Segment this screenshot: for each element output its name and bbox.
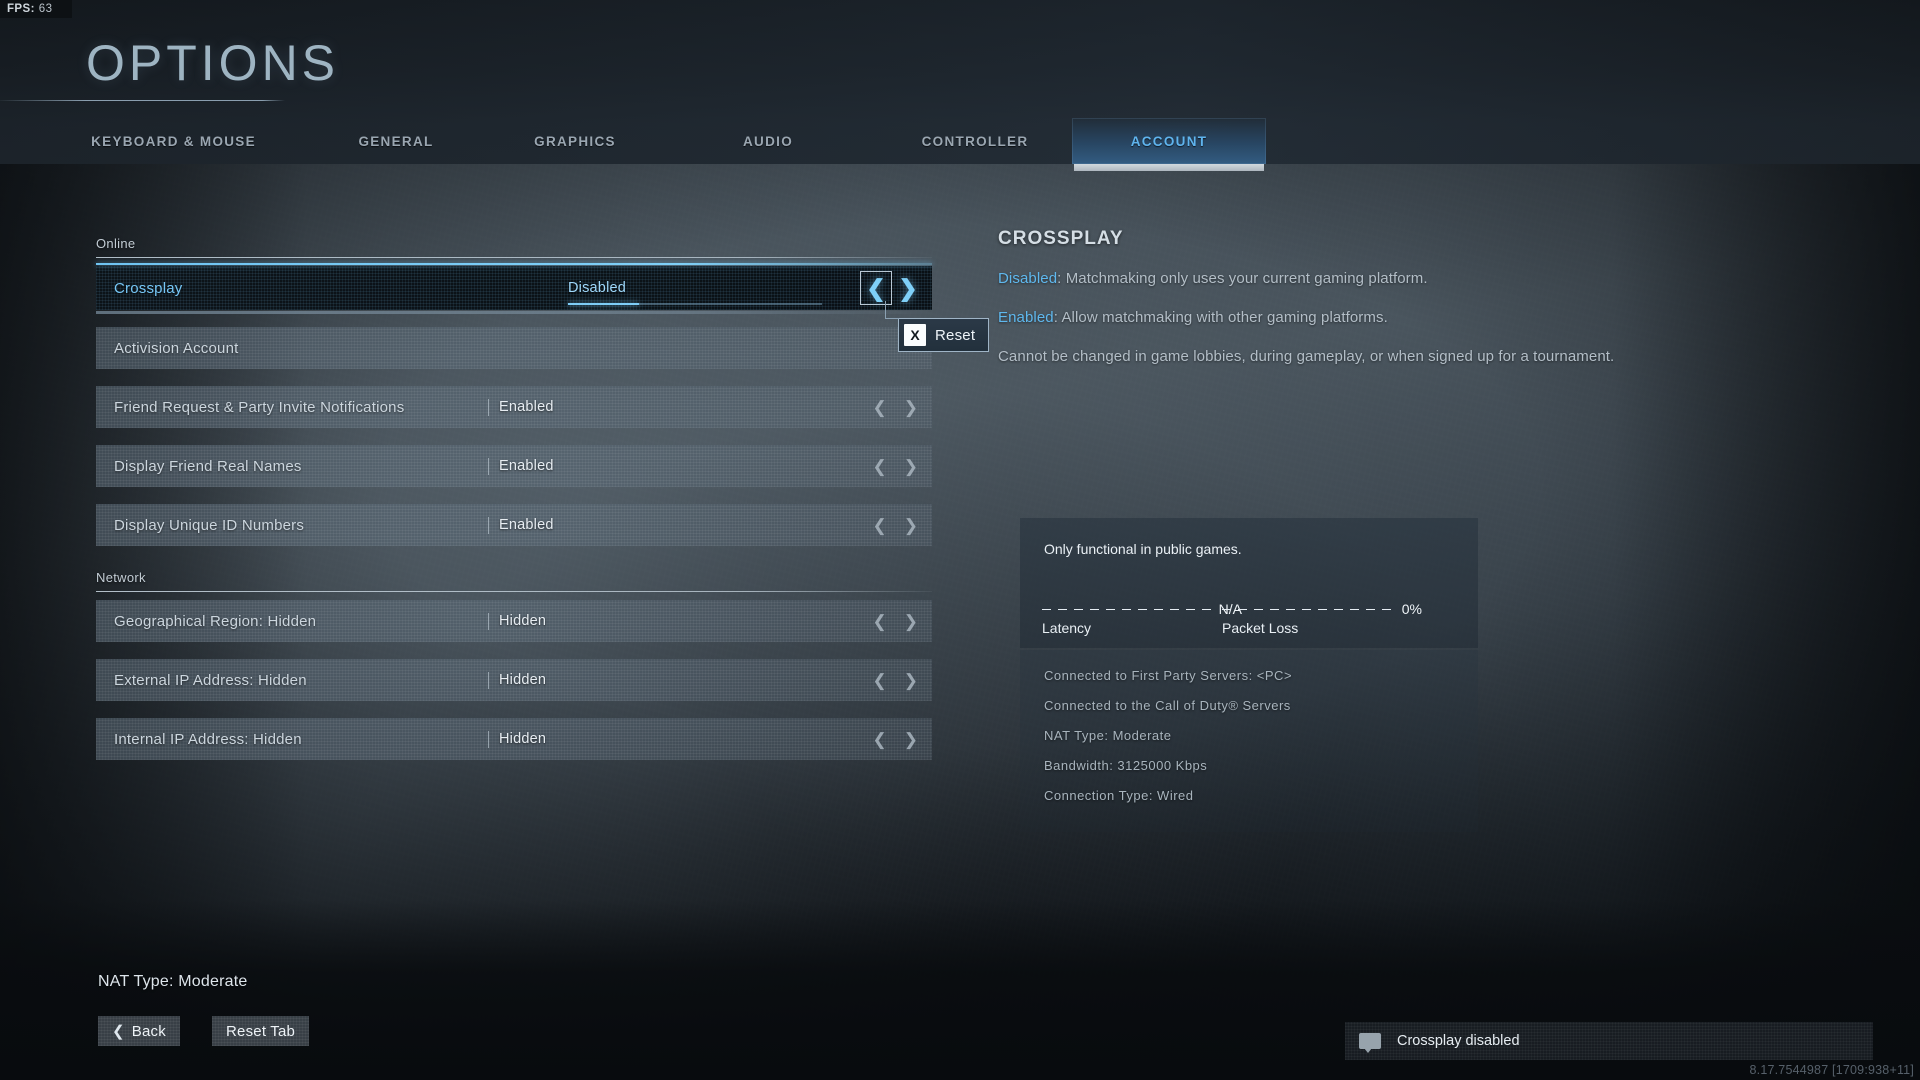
arrow-left-icon[interactable]: ❮ [873, 399, 887, 416]
info-line-text: : Matchmaking only uses your current gam… [1057, 270, 1428, 287]
nat-type-footer: NAT Type: Moderate [98, 973, 248, 990]
info-line-highlight: Disabled [998, 270, 1058, 287]
toast-message: Crossplay disabled [1397, 1033, 1520, 1049]
reset-hint-connector [885, 301, 899, 319]
setting-label: Friend Request & Party Invite Notificati… [114, 398, 405, 416]
setting-value: Enabled [488, 457, 554, 475]
setting-value: Hidden [488, 671, 546, 689]
setting-row[interactable]: Activision Account [96, 327, 932, 369]
fps-counter: FPS: 63 [0, 0, 72, 18]
latency-meter: N/A Latency [1042, 601, 1242, 636]
info-description-list: Disabled: Matchmaking only uses your cur… [998, 270, 1798, 365]
latency-bar-row: N/A [1042, 601, 1242, 617]
setting-slider-fill [568, 303, 640, 305]
arrow-left-icon[interactable]: ❮ [860, 271, 892, 305]
selection-top-highlight [96, 263, 932, 265]
arrow-left-icon[interactable]: ❮ [873, 517, 887, 534]
arrow-right-icon[interactable]: ❯ [904, 613, 918, 630]
setting-row[interactable]: Friend Request & Party Invite Notificati… [96, 386, 932, 428]
setting-arrows: ❮ ❯ [873, 458, 919, 475]
packet-loss-bar-row: 0% [1222, 601, 1422, 617]
setting-row[interactable]: Display Unique ID Numbers Enabled ❮ ❯ [96, 504, 932, 546]
info-line: Enabled: Allow matchmaking with other ga… [998, 309, 1798, 326]
info-line: Disabled: Matchmaking only uses your cur… [998, 270, 1798, 287]
setting-value: Enabled [488, 516, 554, 534]
setting-label: Activision Account [114, 339, 239, 357]
connection-info-line: Connected to the Call of Duty® Servers [1044, 698, 1291, 713]
network-note: Only functional in public games. [1044, 541, 1242, 557]
setting-label: Internal IP Address: Hidden [114, 730, 302, 748]
info-line: Cannot be changed in game lobbies, durin… [998, 348, 1798, 365]
connection-info-card: Connected to First Party Servers: <PC> Co… [1020, 650, 1478, 832]
fps-value: 63 [38, 3, 53, 15]
back-button-label: Back [131, 1022, 166, 1040]
network-stats-card: Only functional in public games. N/A Lat… [1020, 518, 1478, 648]
arrow-right-icon[interactable]: ❯ [904, 458, 918, 475]
arrow-left-icon[interactable]: ❮ [873, 613, 887, 630]
arrow-left-icon[interactable]: ❮ [873, 672, 887, 689]
settings-list: Online Crossplay Disabled ❮ ❯ Activision Acco… [96, 236, 932, 777]
chevron-left-icon: ❮ [112, 1023, 125, 1040]
info-panel: CROSSPLAY Disabled: Matchmaking only use… [998, 228, 1798, 387]
packet-loss-meter: 0% Packet Loss [1222, 601, 1422, 636]
setting-value: Hidden [488, 612, 546, 630]
setting-label: Crossplay [114, 279, 183, 297]
arrow-right-icon[interactable]: ❯ [904, 399, 918, 416]
group-header-online: Online [96, 236, 932, 258]
reset-hint-tooltip[interactable]: X Reset [885, 301, 990, 352]
connection-info-line: Bandwidth: 3125000 Kbps [1044, 758, 1208, 773]
setting-row-selected[interactable]: Crossplay Disabled ❮ ❯ [96, 263, 932, 314]
setting-row[interactable]: Display Friend Real Names Enabled ❮ ❯ [96, 445, 932, 487]
fps-label: FPS: [7, 3, 35, 15]
arrow-right-icon[interactable]: ❯ [904, 672, 918, 689]
setting-value: Disabled [568, 279, 627, 296]
arrow-left-icon[interactable]: ❮ [873, 731, 887, 748]
latency-label: Latency [1042, 620, 1092, 636]
setting-label: Display Friend Real Names [114, 457, 302, 475]
setting-label: Display Unique ID Numbers [114, 516, 305, 534]
setting-label: Geographical Region: Hidden [114, 612, 317, 630]
setting-arrows: ❮ ❯ [860, 271, 924, 305]
connection-info-line: NAT Type: Moderate [1044, 728, 1172, 743]
chat-bubble-icon [1359, 1033, 1381, 1053]
setting-value: Enabled [488, 398, 554, 416]
reset-hint-key: X [904, 324, 926, 346]
back-button[interactable]: ❮ Back [98, 1016, 180, 1046]
version-string: 8.17.7544987 [1709:938+11] [1749, 1063, 1914, 1077]
reset-hint-label: Reset [935, 326, 976, 344]
setting-arrows: ❮ ❯ [873, 672, 919, 689]
setting-arrows: ❮ ❯ [873, 731, 919, 748]
setting-slider-track[interactable] [568, 303, 822, 305]
info-line-text: : Allow matchmaking with other gaming pl… [1053, 309, 1388, 326]
reset-tab-button[interactable]: Reset Tab [212, 1016, 310, 1046]
group-header-network: Network [96, 570, 932, 592]
packet-loss-value: 0% [1401, 601, 1422, 617]
setting-row[interactable]: External IP Address: Hidden Hidden ❮ ❯ [96, 659, 932, 701]
connection-info-line: Connection Type: Wired [1044, 788, 1194, 803]
info-line-highlight: Enabled [998, 309, 1054, 326]
setting-arrows: ❮ ❯ [873, 517, 919, 534]
latency-dashes [1042, 608, 1213, 610]
setting-value: Hidden [488, 730, 546, 748]
setting-row[interactable]: Internal IP Address: Hidden Hidden ❮ ❯ [96, 718, 932, 760]
arrow-left-icon[interactable]: ❮ [873, 458, 887, 475]
game-options-screen: FPS: 63 OPTIONS KEYBOARD & MOUSE GENERAL G… [0, 0, 1920, 1080]
packet-loss-dashes [1222, 608, 1396, 610]
arrow-right-icon[interactable]: ❯ [904, 517, 918, 534]
selection-bottom-glow [96, 311, 932, 314]
setting-label: External IP Address: Hidden [114, 671, 307, 689]
arrow-right-icon[interactable]: ❯ [892, 271, 924, 305]
info-line-text: Cannot be changed in game lobbies, durin… [998, 348, 1615, 365]
setting-arrows: ❮ ❯ [873, 399, 919, 416]
info-title: CROSSPLAY [998, 228, 1124, 249]
setting-row[interactable]: Geographical Region: Hidden Hidden ❮ ❯ [96, 600, 932, 642]
packet-loss-label: Packet Loss [1222, 620, 1299, 636]
arrow-right-icon[interactable]: ❯ [904, 731, 918, 748]
setting-arrows: ❮ ❯ [873, 613, 919, 630]
toast-notification: Crossplay disabled [1345, 1022, 1873, 1060]
reset-tab-button-label: Reset Tab [226, 1022, 296, 1040]
connection-info-line: Connected to First Party Servers: <PC> [1044, 668, 1293, 683]
